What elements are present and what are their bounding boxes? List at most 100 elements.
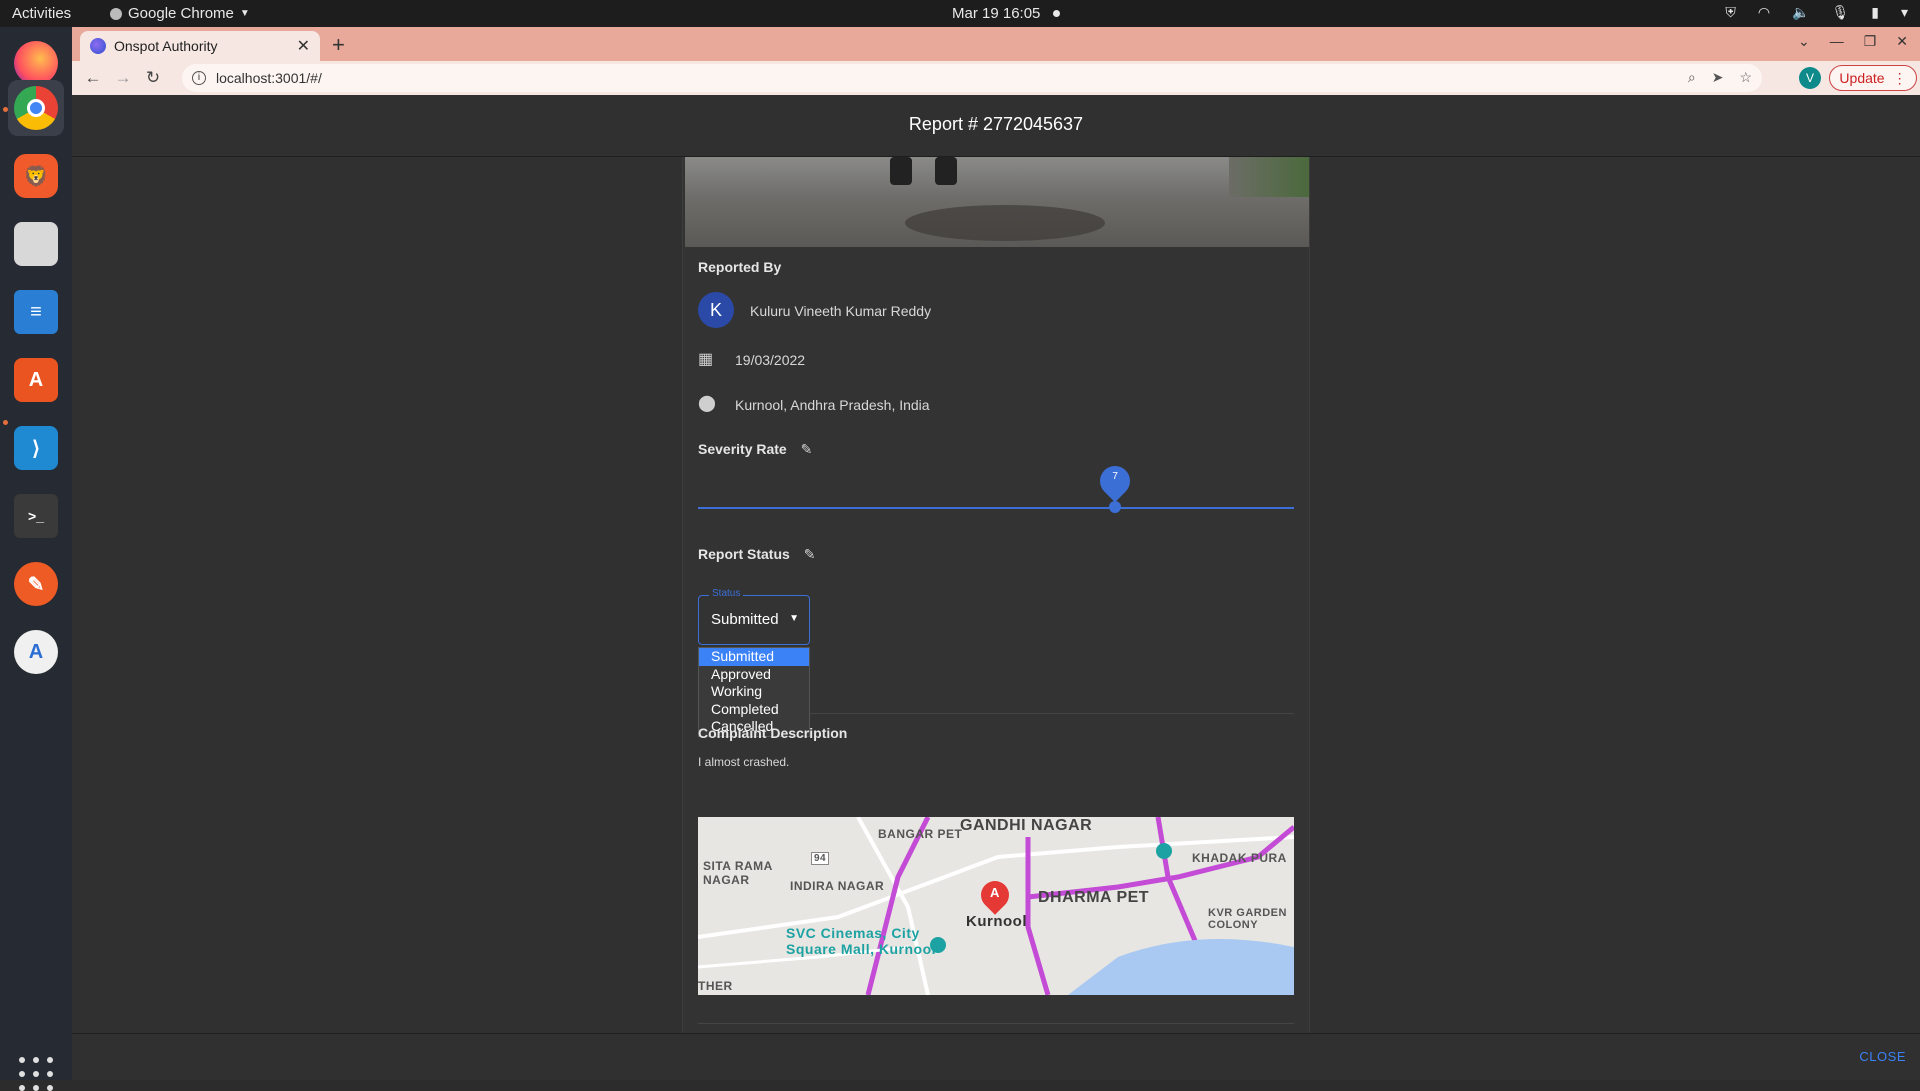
dock: 🦁 ≡ A ⟩ >_ ✎ A <box>0 27 72 1091</box>
map-label-kvr-garden: KVR GARDEN COLONY <box>1208 907 1287 931</box>
map-road-number: 94 <box>811 852 830 865</box>
favicon-icon <box>90 38 106 54</box>
app-menu-label: Google Chrome <box>128 5 234 22</box>
reporter-avatar: K <box>698 292 734 328</box>
severity-slider-track[interactable] <box>698 507 1294 509</box>
terminal-icon: >_ <box>14 494 58 538</box>
dialog-title: Report # 2772045637 <box>72 95 1920 157</box>
complaint-text: I almost crashed. <box>698 755 790 769</box>
reported-by-title: Reported By <box>698 259 782 275</box>
browser-window: Onspot Authority ✕ + ⌄ — ❐ ✕ ← → ↻ i loc… <box>72 27 1920 1080</box>
dock-vscode[interactable]: ⟩ <box>8 420 64 476</box>
clock[interactable]: Mar 19 16:05 <box>952 5 1040 22</box>
status-selected-value: Submitted <box>711 611 779 628</box>
close-tab-icon[interactable]: ✕ <box>297 36 310 56</box>
url-text: localhost:3001/#/ <box>216 70 322 86</box>
report-location: Kurnool, Andhra Pradesh, India <box>735 397 930 413</box>
map-label-bangar-pet: BANGAR PET <box>878 827 963 841</box>
close-window-icon[interactable]: ✕ <box>1896 33 1908 50</box>
location-pin-icon: ⬤ <box>698 395 716 412</box>
foliage-shape <box>1229 157 1309 197</box>
minimize-icon[interactable]: — <box>1830 33 1844 50</box>
new-tab-button[interactable]: + <box>332 32 345 58</box>
dock-files[interactable] <box>8 216 64 272</box>
close-button[interactable]: CLOSE <box>1859 1049 1906 1064</box>
map-label-sita-rama-nagar: SITA RAMA NAGAR <box>703 859 773 887</box>
dock-terminal[interactable]: >_ <box>8 488 64 544</box>
dock-android-studio[interactable]: A <box>8 624 64 680</box>
status-option[interactable]: Submitted <box>699 648 809 666</box>
motorbike-shape <box>890 157 912 185</box>
report-status-label: Report Status <box>698 546 790 562</box>
dock-chrome[interactable] <box>8 80 64 136</box>
running-indicator <box>3 420 8 425</box>
reload-icon[interactable]: ↻ <box>138 68 168 88</box>
motorbike-shape <box>935 157 957 185</box>
chrome-icon <box>110 7 122 20</box>
map-poi-icon <box>930 937 946 953</box>
reporter-name: Kuluru Vineeth Kumar Reddy <box>750 303 932 319</box>
app-menu[interactable]: Google Chrome ▼ <box>110 5 250 22</box>
status-option[interactable]: Approved <box>699 666 809 684</box>
update-button[interactable]: Update ⋮ <box>1829 65 1917 91</box>
map-label-dharma-pet: DHARMA PET <box>1038 889 1150 906</box>
postman-icon: ✎ <box>14 562 58 606</box>
map-marker-label: A <box>990 885 1000 900</box>
tab-title: Onspot Authority <box>114 38 218 54</box>
show-applications-icon[interactable] <box>19 1057 53 1091</box>
status-select[interactable]: Status Submitted ▼ <box>698 588 810 645</box>
edit-pencil-icon[interactable]: ✎ <box>804 546 816 563</box>
send-icon[interactable]: ➤ <box>1712 69 1724 86</box>
dock-app-center[interactable]: A <box>8 352 64 408</box>
pothole-shape <box>905 205 1105 241</box>
dock-postman[interactable]: ✎ <box>8 556 64 612</box>
site-info-icon[interactable]: i <box>192 71 206 85</box>
firefox-icon <box>14 41 58 85</box>
map-label-kurnool: Kurnool <box>966 913 1027 930</box>
back-icon[interactable]: ← <box>78 68 108 88</box>
chevron-down-icon: ▾ <box>1900 4 1908 20</box>
app-store-icon: A <box>14 358 58 402</box>
caret-down-icon: ▼ <box>789 613 799 624</box>
dock-writer[interactable]: ≡ <box>8 284 64 340</box>
severity-value-label: 7 <box>1112 471 1118 482</box>
complaint-description-title: Complaint Description <box>698 725 848 741</box>
edit-pencil-icon[interactable]: ✎ <box>801 441 813 458</box>
location-map[interactable]: GANDHI NAGAR BANGAR PET SITA RAMA NAGAR … <box>698 817 1294 995</box>
tab-search-icon[interactable]: ⌄ <box>1798 33 1810 50</box>
severity-slider-thumb[interactable] <box>1109 501 1122 513</box>
status-option[interactable]: Working <box>699 683 809 701</box>
browser-toolbar: ← → ↻ i localhost:3001/#/ ⌕ ➤ ☆ V Update… <box>72 61 1920 95</box>
maximize-icon[interactable]: ❐ <box>1864 33 1877 50</box>
dock-brave[interactable]: 🦁 <box>8 148 64 204</box>
calendar-icon: ▦ <box>698 351 714 368</box>
brave-lion-icon: 🦁 <box>14 154 58 198</box>
map-label-svc-cinemas: SVC Cinemas, City Square Mall, Kurnool <box>786 925 937 957</box>
folder-icon <box>14 222 58 266</box>
map-label-khadak-pura: KHADAK PURA <box>1192 851 1287 865</box>
zoom-icon[interactable]: ⌕ <box>1688 69 1696 86</box>
browser-tab[interactable]: Onspot Authority ✕ <box>80 31 320 61</box>
map-label-gandhi-nagar: GANDHI NAGAR <box>960 817 1093 834</box>
profile-avatar[interactable]: V <box>1799 67 1821 89</box>
forward-icon[interactable]: → <box>108 68 138 88</box>
document-icon: ≡ <box>14 290 58 334</box>
report-card: Reported By K Kuluru Vineeth Kumar Reddy… <box>682 157 1310 1033</box>
severity-rate-title: Severity Rate ✎ <box>698 441 812 458</box>
battery-icon: ▮ <box>1871 4 1879 20</box>
address-bar[interactable]: i localhost:3001/#/ ⌕ ➤ ☆ <box>182 64 1762 92</box>
microphone-icon: 🎙 <box>1831 4 1850 20</box>
status-field-label: Status <box>709 588 744 599</box>
system-tray[interactable]: ⛨ ◠ 🔈 🎙 ▮ ▾ <box>1725 4 1908 21</box>
chrome-icon <box>14 86 58 130</box>
status-option[interactable]: Completed <box>699 701 809 719</box>
page-content: Report # 2772045637 Reported By K Kuluru… <box>72 95 1920 1080</box>
notification-dot <box>1053 10 1060 17</box>
report-date: 19/03/2022 <box>735 352 806 368</box>
bookmark-star-icon[interactable]: ☆ <box>1739 69 1752 86</box>
map-label-indira-nagar: INDIRA NAGAR <box>790 879 885 893</box>
system-top-bar: Activities Google Chrome ▼ Mar 19 16:05 … <box>0 0 1920 27</box>
activities-button[interactable]: Activities <box>12 5 71 22</box>
vscode-icon: ⟩ <box>14 426 58 470</box>
map-poi-icon <box>1156 843 1172 859</box>
